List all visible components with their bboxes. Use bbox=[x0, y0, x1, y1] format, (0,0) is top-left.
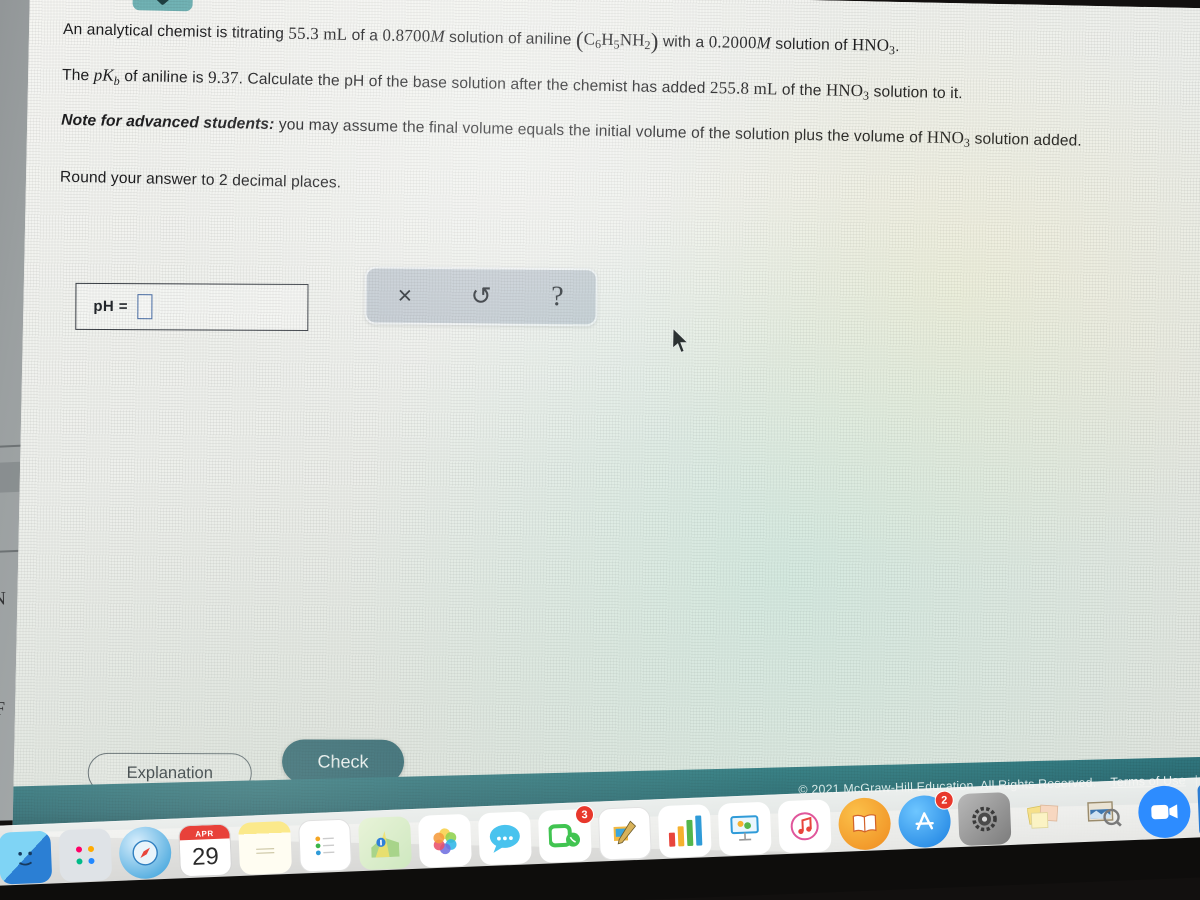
keynote-icon bbox=[730, 815, 759, 841]
answer-label: pH = bbox=[93, 297, 128, 316]
ph-answer-input[interactable] bbox=[136, 294, 152, 320]
dock-item-keynote[interactable] bbox=[717, 801, 772, 856]
p2-text-b: of aniline is bbox=[119, 67, 209, 87]
collapse-question-button[interactable]: chevron-down bbox=[132, 0, 194, 12]
dock-item-facetime[interactable]: 3 bbox=[537, 804, 595, 863]
dock-item-app-store[interactable]: 2 bbox=[897, 790, 955, 849]
zoom-icon bbox=[1151, 804, 1178, 820]
mouse-cursor-icon bbox=[672, 327, 689, 354]
facetime-badge: 3 bbox=[574, 804, 595, 825]
answer-toolbar: × ↺ ? bbox=[364, 266, 598, 327]
finder-icon bbox=[18, 851, 33, 866]
photos-icon bbox=[433, 828, 457, 855]
bg-fragment-n: N bbox=[0, 588, 7, 610]
p1-text-e: solution of bbox=[770, 35, 853, 55]
dock-item-stickies[interactable] bbox=[1017, 790, 1071, 844]
laptop-screen: chevron-down An analytical chemist is ti… bbox=[12, 0, 1200, 861]
undo-button[interactable]: ↺ bbox=[461, 276, 501, 316]
dock-item-finder[interactable] bbox=[0, 830, 53, 885]
dock-item-books[interactable] bbox=[837, 796, 892, 851]
p1-text-f: . bbox=[895, 38, 900, 56]
chevron-down-icon bbox=[150, 0, 175, 5]
open-paren: ( bbox=[575, 27, 584, 53]
answer-field-container[interactable]: pH = bbox=[75, 282, 309, 331]
aniline-concentration: 0.8700 bbox=[382, 25, 431, 46]
question-panel: chevron-down An analytical chemist is ti… bbox=[12, 0, 1200, 861]
dock-item-notes[interactable] bbox=[238, 820, 293, 875]
dock-item-calendar[interactable]: APR 29 bbox=[178, 823, 233, 878]
p1-text-d: with a bbox=[658, 33, 709, 52]
help-button[interactable]: ? bbox=[537, 277, 577, 317]
dock-item-system-preferences[interactable] bbox=[957, 792, 1012, 847]
initial-volume: 55.3 bbox=[288, 23, 320, 44]
pages-icon bbox=[613, 820, 637, 845]
initial-volume-unit: mL bbox=[323, 24, 348, 44]
dock-item-music[interactable] bbox=[777, 799, 832, 854]
added-volume: 255.8 bbox=[709, 77, 750, 98]
dock-item-reminders[interactable] bbox=[298, 818, 353, 873]
p2-text-e: solution to it. bbox=[869, 82, 963, 102]
aniline-formula: C6H5NH2 bbox=[583, 29, 651, 53]
preview-icon bbox=[1087, 801, 1122, 827]
dock-item-maps[interactable] bbox=[357, 816, 413, 871]
app-store-icon bbox=[915, 812, 934, 830]
dock-item-zoom[interactable] bbox=[1137, 784, 1192, 839]
photo-of-laptop-screen: y c i l N F chevron-down An analytical c… bbox=[0, 0, 1200, 900]
titrant-concentration-unit: M bbox=[756, 33, 772, 53]
note-body-a: you may assume the final volume equals t… bbox=[274, 116, 928, 147]
dock-item-preview[interactable] bbox=[1077, 787, 1131, 841]
problem-statement: An analytical chemist is titrating 55.3 … bbox=[60, 11, 1199, 225]
p1-text-c: solution of aniline bbox=[444, 28, 577, 49]
dock-item-messages[interactable] bbox=[477, 811, 532, 866]
pkb-value: 9.37 bbox=[207, 67, 239, 87]
notes-icon bbox=[256, 848, 275, 854]
hno3-formula-2: HNO3 bbox=[825, 80, 870, 103]
facetime-icon bbox=[548, 823, 581, 848]
dock-item-pages[interactable] bbox=[597, 806, 652, 861]
maps-icon bbox=[371, 831, 400, 858]
books-icon bbox=[852, 814, 877, 833]
hno3-formula-1: HNO3 bbox=[851, 35, 896, 58]
hno3-formula-3: HNO3 bbox=[926, 127, 971, 150]
p2-text-d: of the bbox=[777, 81, 827, 100]
reminders-icon bbox=[315, 836, 335, 856]
note-lead: Note for advanced students: bbox=[61, 111, 275, 134]
p1-text-a: An analytical chemist is titrating bbox=[62, 20, 289, 43]
stickies-icon bbox=[1026, 804, 1059, 829]
gear-icon bbox=[972, 806, 997, 832]
clear-button[interactable]: × bbox=[385, 276, 425, 316]
note-body-b: solution added. bbox=[969, 130, 1082, 150]
messages-icon bbox=[489, 824, 520, 853]
bg-fragment-f: F bbox=[0, 698, 6, 720]
p2-text-a: The bbox=[61, 66, 94, 84]
dock-item-numbers[interactable] bbox=[657, 804, 712, 859]
safari-icon bbox=[132, 840, 158, 866]
dock-item-launchpad[interactable] bbox=[58, 828, 113, 883]
answer-row: pH = × ↺ ? bbox=[75, 253, 636, 335]
app-store-badge: 2 bbox=[934, 790, 955, 811]
p2-text-c: . Calculate the pH of the base solution … bbox=[238, 69, 711, 97]
titrant-concentration: 0.2000 bbox=[708, 32, 757, 53]
dock-item-safari[interactable] bbox=[118, 825, 173, 880]
numbers-icon bbox=[668, 815, 702, 847]
aniline-concentration-unit: M bbox=[430, 26, 445, 46]
advanced-note: Note for advanced students: you may assu… bbox=[61, 106, 1196, 158]
calendar-day: 29 bbox=[179, 838, 232, 877]
added-volume-unit: mL bbox=[753, 78, 778, 99]
music-icon bbox=[790, 812, 819, 841]
p1-text-b: of a bbox=[347, 26, 383, 45]
launchpad-icon bbox=[76, 845, 95, 865]
rounding-instruction: Round your answer to 2 decimal places. bbox=[59, 168, 342, 192]
dock-item-photos[interactable] bbox=[417, 813, 472, 868]
pkb-symbol-k: K bbox=[102, 65, 115, 85]
